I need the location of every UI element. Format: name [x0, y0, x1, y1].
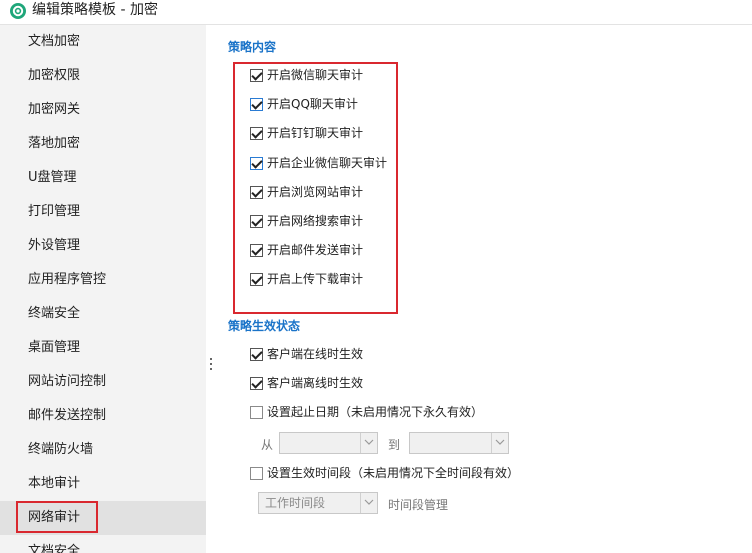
- checkbox-box[interactable]: [250, 243, 263, 257]
- checkbox-label: 设置起止日期（未启用情况下永久有效）: [267, 405, 484, 419]
- sidebar-item-peripheral-management[interactable]: 外设管理: [0, 229, 206, 263]
- qq-audit-checkbox[interactable]: 开启QQ聊天审计: [250, 95, 358, 113]
- checkbox-label: 客户端在线时生效: [267, 347, 364, 361]
- offline-effective-checkbox[interactable]: 客户端离线时生效: [250, 374, 363, 392]
- checkbox-box[interactable]: [250, 466, 263, 480]
- web-search-audit-checkbox[interactable]: 开启网络搜索审计: [250, 212, 363, 230]
- sidebar-item-label: 本地审计: [28, 476, 81, 491]
- sidebar: 文档加密 加密权限 加密网关 落地加密 U盘管理 打印管理 外设管理 应用程序管…: [0, 25, 206, 553]
- sidebar-item-label: U盘管理: [28, 170, 77, 185]
- end-date-select[interactable]: [409, 432, 509, 454]
- sidebar-item-website-access-control[interactable]: 网站访问控制: [0, 365, 206, 399]
- checkbox-label: 开启邮件发送审计: [267, 243, 364, 257]
- date-range-checkbox[interactable]: 设置起止日期（未启用情况下永久有效）: [250, 403, 483, 421]
- sidebar-item-landing-encryption[interactable]: 落地加密: [0, 127, 206, 161]
- sidebar-item-document-encryption[interactable]: 文档加密: [0, 25, 206, 59]
- checkbox-label: 开启QQ聊天审计: [267, 97, 358, 111]
- online-effective-checkbox[interactable]: 客户端在线时生效: [250, 345, 363, 363]
- checkbox-box[interactable]: [250, 376, 263, 390]
- sidebar-item-label: 外设管理: [28, 238, 81, 253]
- time-period-select[interactable]: 工作时间段: [258, 492, 378, 514]
- checkbox-box[interactable]: [250, 214, 263, 228]
- time-period-manage-link[interactable]: 时间段管理: [388, 496, 448, 513]
- sidebar-item-label: 网站访问控制: [28, 374, 107, 389]
- sidebar-item-document-security[interactable]: 文档安全: [0, 535, 206, 553]
- chevron-down-icon: [360, 433, 377, 453]
- mail-send-audit-checkbox[interactable]: 开启邮件发送审计: [250, 241, 363, 259]
- checkbox-label: 开启浏览网站审计: [267, 185, 364, 199]
- upload-download-audit-checkbox[interactable]: 开启上传下载审计: [250, 270, 363, 288]
- web-browse-audit-checkbox[interactable]: 开启浏览网站审计: [250, 183, 363, 201]
- checkbox-box[interactable]: [250, 272, 263, 286]
- checkbox-label: 客户端离线时生效: [267, 376, 364, 390]
- app-logo-icon: [10, 3, 26, 19]
- sidebar-item-endpoint-security[interactable]: 终端安全: [0, 297, 206, 331]
- sidebar-item-label: 打印管理: [28, 204, 81, 219]
- sidebar-item-label: 邮件发送控制: [28, 408, 107, 423]
- sidebar-item-label: 终端安全: [28, 306, 81, 321]
- checkbox-label: 开启钉钉聊天审计: [267, 126, 364, 140]
- selection-highlight-box: [16, 501, 98, 533]
- sidebar-item-label: 文档加密: [28, 34, 81, 49]
- sidebar-item-label: 加密权限: [28, 68, 81, 83]
- checkbox-label: 设置生效时间段（未启用情况下全时间段有效）: [267, 466, 520, 480]
- wechat-audit-checkbox[interactable]: 开启微信聊天审计: [250, 66, 363, 84]
- sidebar-item-label: 应用程序管控: [28, 272, 107, 287]
- to-label: 到: [388, 438, 401, 452]
- policy-content-title: 策略内容: [228, 40, 277, 54]
- sidebar-item-print-management[interactable]: 打印管理: [0, 195, 206, 229]
- wecom-audit-checkbox[interactable]: 开启企业微信聊天审计: [250, 154, 387, 172]
- checkbox-box[interactable]: [250, 185, 263, 199]
- splitter-handle[interactable]: [210, 358, 213, 372]
- checkbox-label: 开启企业微信聊天审计: [267, 156, 388, 170]
- checkbox-label: 开启网络搜索审计: [267, 214, 364, 228]
- sidebar-item-local-audit[interactable]: 本地审计: [0, 467, 206, 501]
- chevron-down-icon: [360, 493, 377, 513]
- dingtalk-audit-checkbox[interactable]: 开启钉钉聊天审计: [250, 124, 363, 142]
- checkbox-box[interactable]: [250, 405, 263, 419]
- sidebar-item-label: 加密网关: [28, 102, 81, 117]
- sidebar-item-desktop-management[interactable]: 桌面管理: [0, 331, 206, 365]
- from-label: 从: [261, 438, 274, 452]
- sidebar-item-label: 文档安全: [28, 544, 81, 553]
- checkbox-label: 开启上传下载审计: [267, 272, 364, 286]
- checkbox-box[interactable]: [250, 126, 263, 140]
- start-date-select[interactable]: [279, 432, 378, 454]
- sidebar-item-application-control[interactable]: 应用程序管控: [0, 263, 206, 297]
- time-period-checkbox[interactable]: 设置生效时间段（未启用情况下全时间段有效）: [250, 464, 519, 482]
- policy-effect-title: 策略生效状态: [228, 319, 301, 333]
- checkbox-box[interactable]: [250, 68, 263, 82]
- window-title: 编辑策略模板 - 加密: [32, 2, 158, 18]
- sidebar-item-encryption-gateway[interactable]: 加密网关: [0, 93, 206, 127]
- sidebar-item-label: 落地加密: [28, 136, 81, 151]
- sidebar-item-endpoint-firewall[interactable]: 终端防火墙: [0, 433, 206, 467]
- sidebar-item-usb-management[interactable]: U盘管理: [0, 161, 206, 195]
- chevron-down-icon: [491, 433, 508, 453]
- sidebar-item-network-audit[interactable]: 网络审计: [0, 501, 206, 535]
- checkbox-label: 开启微信聊天审计: [267, 68, 364, 82]
- sidebar-item-encryption-permission[interactable]: 加密权限: [0, 59, 206, 93]
- checkbox-box[interactable]: [250, 156, 263, 170]
- checkbox-box[interactable]: [250, 347, 263, 361]
- sidebar-item-mail-send-control[interactable]: 邮件发送控制: [0, 399, 206, 433]
- sidebar-item-label: 终端防火墙: [28, 442, 94, 457]
- checkbox-box[interactable]: [250, 97, 263, 111]
- time-period-value: 工作时间段: [265, 496, 326, 510]
- title-bar: 编辑策略模板 - 加密: [0, 0, 752, 25]
- sidebar-item-label: 桌面管理: [28, 340, 81, 355]
